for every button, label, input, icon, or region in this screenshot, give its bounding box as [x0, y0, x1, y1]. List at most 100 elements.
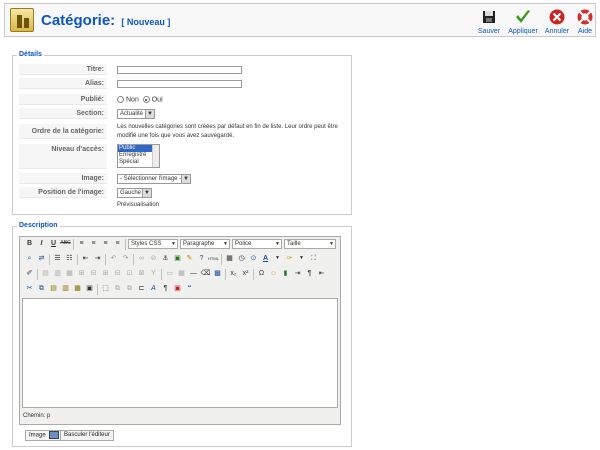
cell-props-icon[interactable]: ▦ [64, 268, 75, 279]
toolbar-separator [225, 269, 226, 280]
help-label: Aide [577, 28, 592, 35]
cancel-icon [549, 9, 565, 25]
font-select[interactable]: Police ▼ [232, 239, 282, 249]
text-color-icon[interactable]: A [260, 253, 271, 264]
help-editor-icon[interactable]: ? [196, 253, 207, 264]
table-props-icon[interactable]: ▤ [40, 268, 51, 279]
horizontal-rule-icon[interactable]: — [188, 268, 199, 279]
date-icon[interactable]: ▦ [224, 253, 235, 264]
table-icon[interactable]: ▦ [176, 268, 187, 279]
apply-button[interactable]: Appliquer [506, 8, 540, 35]
remove-format-icon[interactable]: ⌫ [200, 268, 211, 279]
merge-cells-icon[interactable]: ⊠ [136, 268, 147, 279]
html-icon[interactable]: HTML [208, 253, 219, 264]
absolute-icon[interactable]: ⊏ [136, 283, 147, 294]
rtl-icon[interactable]: ⇤ [316, 268, 327, 279]
publie-oui-radio[interactable] [142, 96, 150, 103]
insert-col-icon[interactable]: ⊞ [100, 268, 111, 279]
fullscreen-icon[interactable]: ⛶ [308, 253, 319, 264]
move-forward-icon[interactable]: ⧉ [112, 283, 123, 294]
rich-text-editor: B I U ABC ≡ ≡ ≡ ≡ Styles CSS ▼ Paragraphe… [19, 236, 341, 425]
align-right-icon[interactable]: ≡ [100, 238, 111, 249]
cleanup-icon[interactable]: ✎ [184, 253, 195, 264]
toggle-editor-button[interactable]: Basculer l'éditeur [60, 430, 114, 441]
align-justify-icon[interactable]: ≡ [112, 238, 123, 249]
bullet-list-icon[interactable]: ☰ [52, 253, 63, 264]
cancel-button[interactable]: Annuler [540, 8, 574, 35]
media-icon[interactable]: ▮ [280, 268, 291, 279]
replace-icon[interactable]: ⇄ [36, 253, 47, 264]
help-icon [577, 9, 593, 25]
alias-input[interactable] [117, 80, 242, 88]
align-center-icon[interactable]: ≡ [88, 238, 99, 249]
subscript-icon[interactable]: x₂ [228, 268, 239, 279]
delete-col-icon[interactable]: ⊟ [112, 268, 123, 279]
merge-row-icon[interactable]: ▭ [164, 268, 175, 279]
special-char-icon[interactable]: Ω [256, 268, 267, 279]
edit-css-icon[interactable]: ✐ [24, 268, 35, 279]
editor-toolbar-row-4: ✂ ⧉ ▤ ▥ ▦ ▣ ⬚ ⧉ ⧉ ⊏ A ¶ ▣ “ [22, 283, 340, 296]
underline-icon[interactable]: U [48, 238, 59, 249]
anchor-icon[interactable]: ⚓ [160, 253, 171, 264]
paragraph-icon[interactable]: ¶ [160, 283, 171, 294]
alias-label: Alias: [19, 78, 107, 89]
unlink-icon[interactable]: ⊘ [148, 253, 159, 264]
undo-icon[interactable]: ↶ [108, 253, 119, 264]
apply-label: Appliquer [508, 28, 538, 35]
publie-label: Publié: [19, 94, 107, 105]
section-select-value: Actualité [120, 111, 144, 117]
save-button[interactable]: Sauver [472, 8, 506, 35]
delete-row-icon[interactable]: ⊟ [88, 268, 99, 279]
outdent-icon[interactable]: ⇤ [80, 253, 91, 264]
align-left-icon[interactable]: ≡ [76, 238, 87, 249]
visual-aid-icon[interactable]: ▩ [212, 268, 223, 279]
para-ltr-icon[interactable]: ¶ [304, 268, 315, 279]
cut-icon[interactable]: ✂ [24, 283, 35, 294]
numbered-list-icon[interactable]: ☷ [64, 253, 75, 264]
find-icon[interactable]: ⌕ [24, 253, 35, 264]
image-button[interactable]: Image [25, 430, 64, 441]
section-select[interactable]: Actualité ▼ [117, 109, 155, 119]
insert-row-icon[interactable]: ⊞ [76, 268, 87, 279]
strikethrough-icon[interactable]: ABC [60, 238, 71, 249]
position-select[interactable]: Gauche ▼ [117, 188, 152, 198]
ltr-icon[interactable]: ⇥ [292, 268, 303, 279]
highlight-color-icon[interactable]: ✑ [284, 253, 295, 264]
insert-layer-icon[interactable]: ⬚ [100, 283, 111, 294]
blockquote-icon[interactable]: “ [184, 283, 195, 294]
publie-non-radio[interactable] [117, 96, 124, 103]
select-all-icon[interactable]: ▣ [84, 283, 95, 294]
listbox-scrollbar[interactable] [152, 145, 159, 167]
link-icon[interactable]: ∞ [136, 253, 147, 264]
chevron-down-icon[interactable]: ▼ [272, 253, 283, 264]
split-row-icon[interactable]: Y [148, 268, 159, 279]
superscript-icon[interactable]: x² [240, 268, 251, 279]
template-icon[interactable]: ▣ [172, 283, 183, 294]
preview-icon[interactable]: ⊙ [248, 253, 259, 264]
styleprops-icon[interactable]: A [148, 283, 159, 294]
paste-text-icon[interactable]: ▥ [60, 283, 71, 294]
row-props-icon[interactable]: ▥ [52, 268, 63, 279]
size-select[interactable]: Taille ▼ [284, 239, 336, 249]
styles-select[interactable]: Styles CSS ▼ [128, 239, 178, 249]
italic-icon[interactable]: I [36, 238, 47, 249]
copy-icon[interactable]: ⧉ [36, 283, 47, 294]
image-insert-icon[interactable]: ▣ [172, 253, 183, 264]
paste-word-icon[interactable]: ▦ [72, 283, 83, 294]
chevron-down-icon: ▼ [223, 241, 228, 247]
redo-icon[interactable]: ↷ [120, 253, 131, 264]
paste-icon[interactable]: ▤ [48, 283, 59, 294]
bold-icon[interactable]: B [24, 238, 35, 249]
help-button[interactable]: Aide [571, 8, 599, 35]
niveau-listbox[interactable]: Public Enregistré Spécial [117, 144, 160, 168]
image-select[interactable]: - Sélectionner l'image - ▼ [117, 174, 191, 184]
titre-input[interactable] [117, 66, 242, 74]
format-select[interactable]: Paragraphe ▼ [180, 239, 230, 249]
chevron-down-icon[interactable]: ▼ [296, 253, 307, 264]
time-icon[interactable]: ◷ [236, 253, 247, 264]
indent-icon[interactable]: ⇥ [92, 253, 103, 264]
move-backward-icon[interactable]: ⧉ [124, 283, 135, 294]
emoticon-icon[interactable]: ☺ [268, 268, 279, 279]
split-cells-icon[interactable]: ⊡ [124, 268, 135, 279]
editor-content-area[interactable] [22, 298, 338, 408]
